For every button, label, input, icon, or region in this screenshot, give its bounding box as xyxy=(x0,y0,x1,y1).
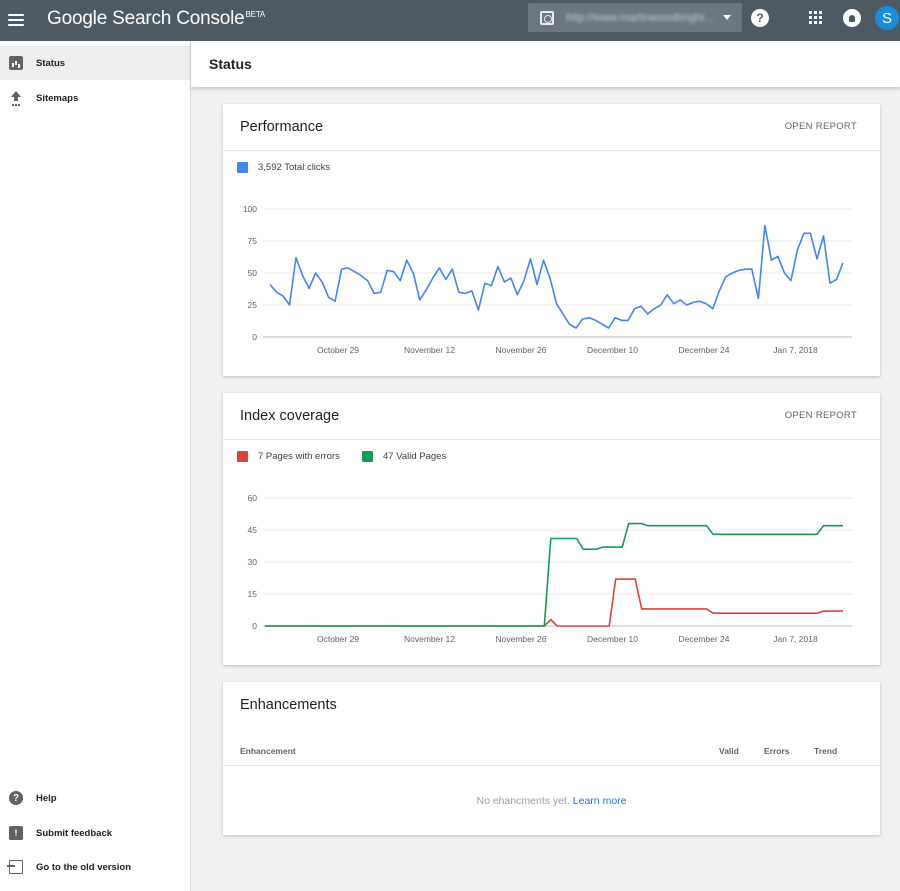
sidebar-item-feedback[interactable]: ! Submit feedback xyxy=(0,816,190,850)
sidebar-item-status[interactable]: Status xyxy=(0,46,190,80)
upload-icon xyxy=(9,91,23,105)
index-coverage-chart: 0 15 30 45 60 October 29 November 12 November 2… xyxy=(248,493,852,644)
x-tick-label: Jan 7, 2018 xyxy=(773,634,818,644)
empty-state-text: No ehancments yet. xyxy=(476,795,570,807)
x-tick-label: November 26 xyxy=(495,345,546,355)
index-coverage-card: Index coverage OPEN REPORT 7 Pages with … xyxy=(223,393,880,665)
x-tick-label: October 29 xyxy=(317,345,359,355)
column-header-errors[interactable]: Errors xyxy=(764,746,790,756)
notifications-icon[interactable] xyxy=(843,9,861,27)
x-tick-label: November 12 xyxy=(404,634,455,644)
help-icon: ? xyxy=(9,791,23,805)
x-tick-label: October 29 xyxy=(317,634,359,644)
y-tick-label: 30 xyxy=(248,557,258,567)
x-tick-label: December 24 xyxy=(678,634,729,644)
learn-more-link[interactable]: Learn more xyxy=(573,795,627,807)
x-tick-label: December 10 xyxy=(587,345,638,355)
y-tick-label: 25 xyxy=(248,300,258,310)
sidebar-item-help[interactable]: ? Help xyxy=(0,781,190,815)
sidebar-item-label: Submit feedback xyxy=(36,827,113,839)
y-tick-label: 60 xyxy=(248,493,258,503)
y-tick-label: 50 xyxy=(248,268,258,278)
property-url: http://www.martinwoodbright... xyxy=(566,11,714,24)
series-line-pages-with-errors xyxy=(265,578,843,627)
column-header-trend[interactable]: Trend xyxy=(814,746,837,756)
property-selector[interactable]: http://www.martinwoodbright... xyxy=(528,3,742,32)
enhancements-card: Enhancements Enhancement Valid Errors Tr… xyxy=(223,682,880,835)
y-tick-label: 0 xyxy=(252,332,257,342)
app-logo[interactable]: Google Search ConsoleBETA xyxy=(47,8,265,30)
x-tick-label: November 26 xyxy=(495,634,546,644)
app-title: Google Search Console xyxy=(47,8,245,29)
status-icon xyxy=(9,56,23,70)
account-avatar[interactable]: S xyxy=(875,6,899,30)
card-title: Enhancements xyxy=(240,697,337,713)
series-line-valid-pages xyxy=(265,522,843,627)
sidebar-item-label: Status xyxy=(36,57,66,69)
sidebar-item-label: Help xyxy=(36,792,57,804)
empty-state-message: No ehancments yet. Learn more xyxy=(223,795,880,807)
apps-grid-icon[interactable] xyxy=(809,11,822,24)
page-title: Status xyxy=(209,56,252,72)
feedback-icon: ! xyxy=(9,826,23,840)
hamburger-menu-icon[interactable] xyxy=(8,10,24,30)
property-icon xyxy=(540,10,554,25)
x-tick-label: December 24 xyxy=(678,345,729,355)
sidebar-item-label: Go to the old version xyxy=(36,861,132,873)
sidebar: Status Sitemaps ? Help ! Submit feedback… xyxy=(0,41,191,891)
sidebar-item-old-version[interactable]: Go to the old version xyxy=(0,850,190,884)
divider xyxy=(223,765,880,766)
performance-chart: 0 25 50 75 100 October 29 November 12 November … xyxy=(243,204,852,355)
exit-icon xyxy=(7,860,23,874)
y-tick-label: 100 xyxy=(243,204,257,214)
column-header-enhancement[interactable]: Enhancement xyxy=(240,746,296,756)
beta-badge: BETA xyxy=(245,10,266,19)
top-app-bar: Google Search ConsoleBETA http://www.mar… xyxy=(0,0,900,41)
page-header: Status xyxy=(191,41,900,87)
x-tick-label: November 12 xyxy=(404,345,455,355)
sidebar-item-sitemaps[interactable]: Sitemaps xyxy=(0,81,190,115)
y-tick-label: 0 xyxy=(252,621,257,631)
chevron-down-icon xyxy=(723,15,731,20)
y-tick-label: 45 xyxy=(248,525,258,535)
performance-card: Performance OPEN REPORT 3,592 Total clic… xyxy=(223,104,880,376)
y-tick-label: 15 xyxy=(248,589,258,599)
column-header-valid[interactable]: Valid xyxy=(719,746,739,756)
x-tick-label: December 10 xyxy=(587,634,638,644)
y-tick-label: 75 xyxy=(248,236,258,246)
x-tick-label: Jan 7, 2018 xyxy=(773,345,818,355)
sidebar-item-label: Sitemaps xyxy=(36,92,79,104)
help-icon[interactable]: ? xyxy=(751,9,769,27)
